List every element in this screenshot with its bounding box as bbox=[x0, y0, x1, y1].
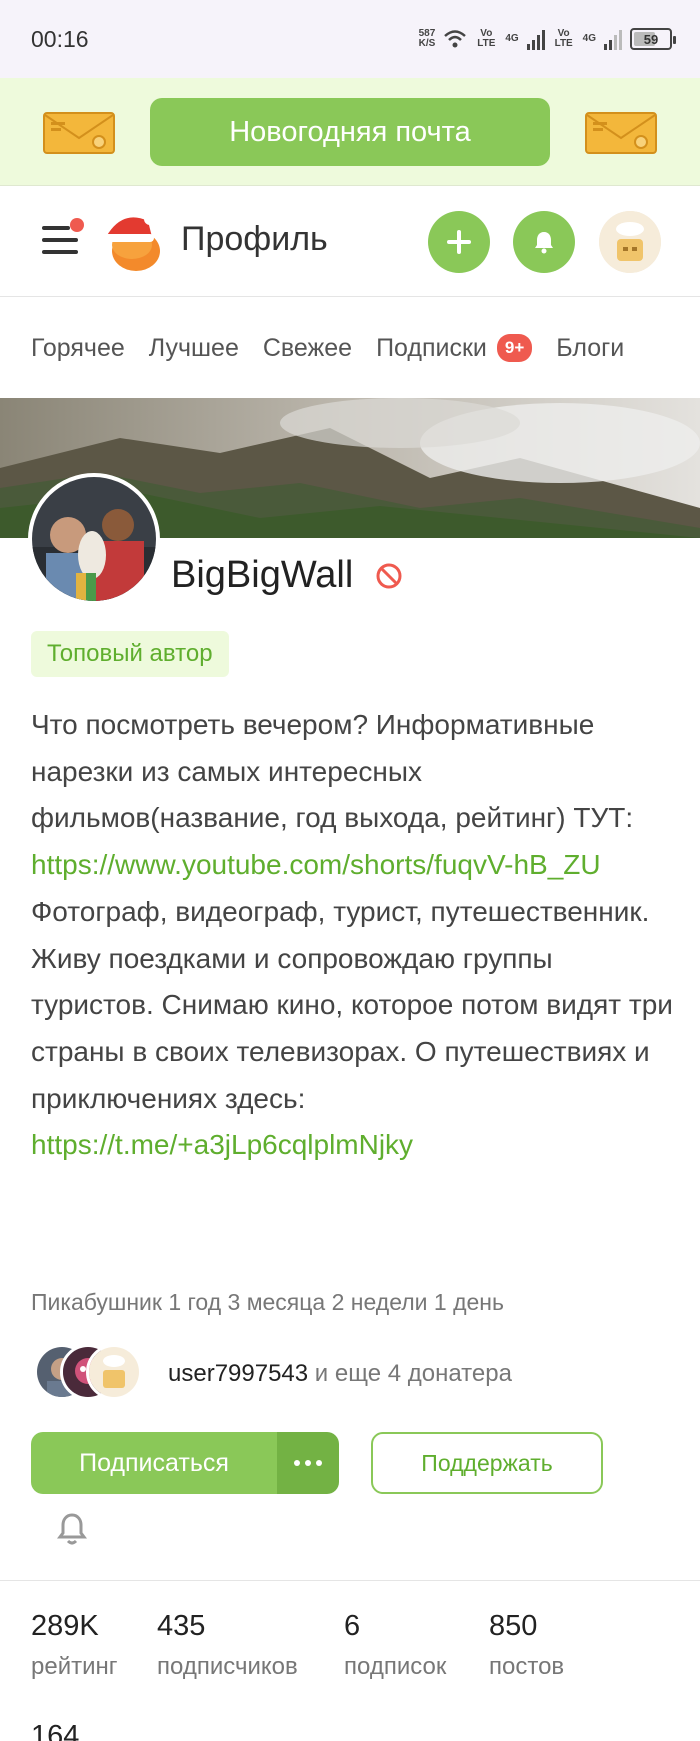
notifications-button[interactable] bbox=[513, 211, 575, 273]
network-type-1: 4G bbox=[505, 33, 519, 44]
status-time: 00:16 bbox=[31, 26, 89, 52]
bio-telegram-link[interactable]: https://t.me/+a3jLp6cqlplmNjky bbox=[31, 1129, 413, 1160]
add-post-button[interactable] bbox=[428, 211, 490, 273]
status-icons: 587 K/S Vo LTE 4G Vo LTE 4G 59 bbox=[418, 22, 676, 56]
divider bbox=[0, 1580, 700, 1581]
subscribe-button[interactable]: Подписаться bbox=[31, 1432, 277, 1494]
profile-photo bbox=[32, 477, 156, 601]
stat-followers[interactable]: 435 подписчиков bbox=[157, 1610, 298, 1681]
user-avatar[interactable] bbox=[599, 211, 661, 273]
avatar-image bbox=[599, 211, 661, 273]
profile-username: BigBigWall bbox=[171, 554, 354, 596]
promo-banner: Новогодняя почта bbox=[0, 78, 700, 186]
volte-label-1: Vo LTE bbox=[477, 28, 496, 49]
menu-icon[interactable] bbox=[42, 218, 84, 258]
tab-subscriptions[interactable]: Подписки 9+ bbox=[376, 334, 533, 363]
bio-youtube-link[interactable]: https://www.youtube.com/shorts/fuqvV-hB_… bbox=[31, 849, 601, 880]
app-header: Профиль bbox=[0, 187, 700, 297]
bell-icon[interactable] bbox=[56, 1511, 88, 1547]
stat-extra-value: 164 bbox=[31, 1720, 80, 1741]
banned-icon bbox=[376, 563, 402, 589]
volte-label-2: Vo LTE bbox=[554, 28, 573, 49]
tab-hot[interactable]: Горячее bbox=[31, 334, 125, 363]
bell-icon bbox=[535, 232, 553, 254]
profile-avatar[interactable] bbox=[28, 473, 160, 605]
more-options-button[interactable] bbox=[277, 1432, 339, 1494]
battery-icon: 59 bbox=[630, 28, 676, 50]
page-title: Профиль bbox=[181, 220, 328, 258]
plus-icon bbox=[447, 230, 471, 254]
wifi-icon bbox=[444, 30, 467, 48]
envelope-icon[interactable] bbox=[585, 110, 657, 156]
signal-icon-2 bbox=[604, 28, 622, 50]
tab-blogs[interactable]: Блоги bbox=[556, 334, 624, 363]
stat-rating: 289K рейтинг bbox=[31, 1610, 118, 1680]
signal-icon bbox=[526, 28, 545, 50]
network-type-2: 4G bbox=[582, 33, 596, 44]
profile-bio: Что посмотреть вечером? Информативные на… bbox=[31, 709, 673, 1161]
tab-best[interactable]: Лучшее bbox=[149, 334, 239, 363]
donor-username[interactable]: user7997543 bbox=[168, 1360, 308, 1387]
donors-row[interactable]: user7997543 и еще 4 донатера bbox=[34, 1344, 634, 1404]
support-button[interactable]: Поддержать bbox=[371, 1432, 603, 1494]
pikabu-logo-icon[interactable] bbox=[100, 207, 168, 275]
donors-text: user7997543 и еще 4 донатера bbox=[168, 1360, 512, 1387]
feed-tabs: Горячее Лучшее Свежее Подписки 9+ Блоги bbox=[0, 298, 700, 398]
member-since: Пикабушник 1 год 3 месяца 2 недели 1 ден… bbox=[31, 1289, 504, 1315]
stat-subscriptions[interactable]: 6 подписок bbox=[344, 1610, 446, 1681]
stat-posts[interactable]: 850 постов bbox=[489, 1610, 564, 1681]
donor-avatar bbox=[86, 1344, 142, 1400]
envelope-icon[interactable] bbox=[43, 110, 115, 156]
net-speed: 587 K/S bbox=[418, 28, 436, 49]
notification-dot bbox=[70, 218, 84, 232]
new-year-mail-button[interactable]: Новогодняя почта bbox=[150, 98, 550, 166]
tab-fresh[interactable]: Свежее bbox=[263, 334, 352, 363]
subscriptions-badge: 9+ bbox=[496, 334, 533, 362]
top-author-badge: Топовый автор bbox=[31, 631, 229, 677]
status-bar: 00:16 587 K/S Vo LTE 4G Vo LTE 4G 59 bbox=[0, 0, 700, 78]
